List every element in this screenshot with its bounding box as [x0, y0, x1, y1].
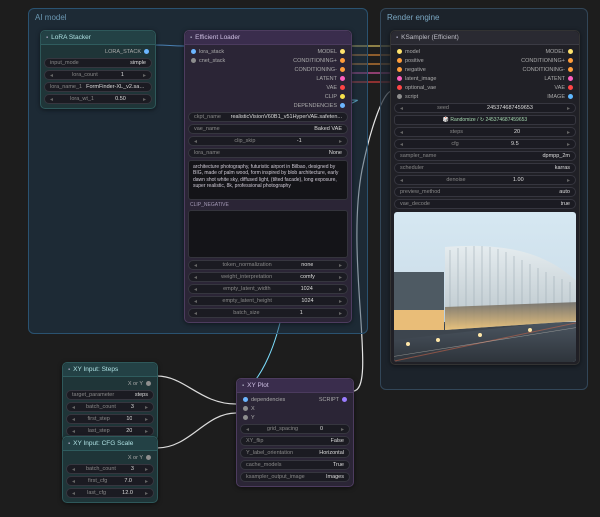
widget-first-cfg[interactable]: ◂first_cfg7.0▸ [66, 476, 154, 486]
node-header[interactable]: ▪XY Input: CFG Scale [63, 437, 157, 451]
output-dependencies[interactable]: DEPENDENCIES [188, 101, 348, 110]
output-image[interactable]: IMAGE [547, 94, 573, 100]
output-vae[interactable]: VAE [188, 83, 348, 92]
widget-lora-name-1[interactable]: lora_name_1FormFinder-XL_v2.safeten... [44, 82, 152, 92]
clip-negative-label: CLIP_NEGATIVE [190, 202, 348, 208]
output-cond-pos[interactable]: CONDITIONING+ [293, 58, 345, 64]
output-latent[interactable]: LATENT [188, 74, 348, 83]
node-ksampler-efficient[interactable]: ▪KSampler (Efficient) model MODEL positiv… [390, 30, 580, 365]
widget-weight-interpretation[interactable]: ◂weight_interpretationcomfy▸ [188, 272, 348, 282]
prompt-negative[interactable] [188, 210, 348, 258]
output-cond-neg[interactable]: CONDITIONING- [523, 67, 573, 73]
widget-lora-wt-1[interactable]: ◂lora_wt_10.50▸ [44, 94, 152, 104]
node-header[interactable]: ▪Efficient Loader [185, 31, 351, 45]
node-header[interactable]: ▪KSampler (Efficient) [391, 31, 579, 45]
port-icon [144, 49, 149, 54]
node-title: XY Input: CFG Scale [73, 440, 133, 447]
widget-last-step[interactable]: ◂last_step20▸ [66, 426, 154, 436]
output-vae[interactable]: VAE [554, 85, 573, 91]
output-x-or-y[interactable]: X or Y [66, 379, 154, 388]
widget-steps[interactable]: ◂steps20▸ [394, 127, 576, 137]
node-xy-input-steps[interactable]: ▪XY Input: Steps X or Y target_parameter… [62, 362, 158, 441]
node-lora-stacker[interactable]: ▪LoRA Stacker LORA_STACK input_modesimpl… [40, 30, 156, 109]
node-xy-input-cfg-scale[interactable]: ▪XY Input: CFG Scale X or Y ◂batch_count… [62, 436, 158, 503]
widget-lora-count[interactable]: ◂lora_count1▸ [44, 70, 152, 80]
node-efficient-loader[interactable]: ▪Efficient Loader lora_stack MODEL cnet_s… [184, 30, 352, 323]
input-positive[interactable]: positive [397, 58, 424, 64]
widget-clip-skip[interactable]: ◂clip_skip-1▸ [188, 136, 348, 146]
input-optional-vae[interactable]: optional_vae [397, 85, 436, 91]
widget-last-cfg[interactable]: ◂last_cfg12.0▸ [66, 488, 154, 498]
widget-batch-count[interactable]: ◂batch_count3▸ [66, 402, 154, 412]
node-header[interactable]: ▪XY Plot [237, 379, 353, 393]
output-latent[interactable]: LATENT [544, 76, 573, 82]
output-lora-stack[interactable]: LORA_STACK [44, 47, 152, 56]
widget-vae-name[interactable]: vae_nameBaked VAE [188, 124, 348, 134]
output-model[interactable]: MODEL [317, 49, 345, 55]
input-model[interactable]: model [397, 49, 420, 55]
output-model[interactable]: MODEL [545, 49, 573, 55]
widget-token-normalization[interactable]: ◂token_normalizationnone▸ [188, 260, 348, 270]
image-preview[interactable] [394, 212, 576, 362]
node-title: XY Plot [247, 382, 269, 389]
node-title: KSampler (Efficient) [401, 34, 459, 41]
prompt-positive[interactable]: architecture photography, futuristic air… [188, 160, 348, 200]
node-title: XY Input: Steps [73, 366, 118, 373]
widget-ksampler-output-image[interactable]: ksampler_output_imageImages [240, 472, 350, 482]
input-cnet-stack[interactable]: cnet_stack [191, 58, 225, 64]
widget-sampler-name[interactable]: sampler_namedpmpp_2m [394, 151, 576, 161]
output-cond-pos[interactable]: CONDITIONING+ [521, 58, 573, 64]
widget-xy-flip[interactable]: XY_flipFalse [240, 436, 350, 446]
widget-y-label-orientation[interactable]: Y_label_orientationHorizontal [240, 448, 350, 458]
randomize-button[interactable]: 🎲 Randomize / ↻ 245374687459653 [394, 115, 576, 125]
output-clip[interactable]: CLIP [188, 92, 348, 101]
node-header[interactable]: ▪XY Input: Steps [63, 363, 157, 377]
widget-cache-models[interactable]: cache_modelsTrue [240, 460, 350, 470]
input-x[interactable]: X [240, 404, 350, 413]
widget-seed[interactable]: ◂seed245374687459653▸ [394, 103, 576, 113]
input-dependencies[interactable]: dependencies [243, 397, 285, 403]
widget-cfg[interactable]: ◂cfg9.5▸ [394, 139, 576, 149]
output-script[interactable]: SCRIPT [319, 397, 347, 403]
widget-lora-name[interactable]: lora_nameNone [188, 148, 348, 158]
widget-target-parameter[interactable]: target_parametersteps [66, 390, 154, 400]
widget-denoise[interactable]: ◂denoise1.00▸ [394, 175, 576, 185]
widget-grid-spacing[interactable]: ◂grid_spacing0▸ [240, 424, 350, 434]
output-x-or-y[interactable]: X or Y [66, 453, 154, 462]
node-title: LoRA Stacker [51, 34, 91, 41]
node-title: Efficient Loader [195, 34, 240, 41]
widget-input-mode[interactable]: input_modesimple [44, 58, 152, 68]
input-negative[interactable]: negative [397, 67, 426, 73]
output-cond-neg[interactable]: CONDITIONING- [188, 65, 348, 74]
input-y[interactable]: Y [240, 413, 350, 422]
group-title: Render engine [387, 13, 581, 22]
input-script[interactable]: script [397, 94, 418, 100]
widget-scheduler[interactable]: schedulerkarras [394, 163, 576, 173]
group-title: AI model [35, 13, 361, 22]
widget-vae-decode[interactable]: vae_decodetrue [394, 199, 576, 209]
widget-batch-size[interactable]: ◂batch_size1▸ [188, 308, 348, 318]
widget-batch-count[interactable]: ◂batch_count3▸ [66, 464, 154, 474]
node-xy-plot[interactable]: ▪XY Plot dependencies SCRIPT X Y ◂grid_sp… [236, 378, 354, 487]
widget-first-step[interactable]: ◂first_step10▸ [66, 414, 154, 424]
input-latent-image[interactable]: latent_image [397, 76, 437, 82]
widget-empty-latent-height[interactable]: ◂empty_latent_height1024▸ [188, 296, 348, 306]
widget-empty-latent-width[interactable]: ◂empty_latent_width1024▸ [188, 284, 348, 294]
input-lora-stack[interactable]: lora_stack [191, 49, 224, 55]
node-header[interactable]: ▪LoRA Stacker [41, 31, 155, 45]
widget-preview-method[interactable]: preview_methodauto [394, 187, 576, 197]
widget-ckpt-name[interactable]: ckpt_namerealisticVisionV60B1_v51HyperVA… [188, 112, 348, 122]
